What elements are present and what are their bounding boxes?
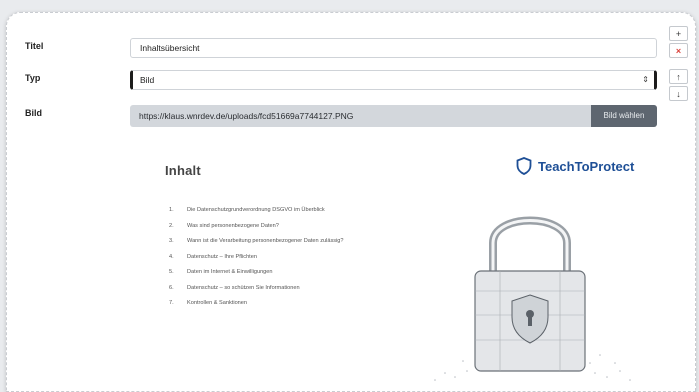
- add-block-button[interactable]: +: [669, 26, 688, 41]
- toc-item: 6. Datenschutz – so schützen Sie Informat…: [169, 284, 300, 291]
- typ-select[interactable]: Bild ⇕: [130, 70, 657, 90]
- arrow-down-icon: ↓: [676, 89, 681, 99]
- move-down-button[interactable]: ↓: [669, 86, 688, 101]
- arrow-up-icon: ↑: [676, 72, 681, 82]
- titel-input[interactable]: Inhaltsübersicht: [130, 38, 657, 58]
- toc-item: 5. Daten im Internet & Einwilligungen: [169, 269, 273, 275]
- toc-item: 1. Die Datenschutzgrundverordnung DSGVO i…: [169, 207, 325, 213]
- titel-value: Inhaltsübersicht: [140, 43, 200, 53]
- choose-image-button[interactable]: Bild wählen: [591, 105, 657, 127]
- typ-value: Bild: [140, 75, 155, 85]
- bild-label: Bild: [25, 108, 42, 118]
- titel-label: Titel: [25, 41, 44, 51]
- toc-item: 4. Datenschutz – Ihre Pflichten: [169, 253, 257, 260]
- toc-item: 7. Kontrollen & Sanktionen: [169, 300, 248, 306]
- chevron-down-icon: ⇕: [642, 75, 649, 84]
- brand-name: TeachToProtect: [538, 158, 635, 174]
- content-block-editor: Titel Inhaltsübersicht Typ Bild ⇕ Bild h…: [6, 12, 696, 392]
- bild-url: https://klaus.wnrdev.de/uploads/fcd51669…: [139, 111, 354, 121]
- toc-item: 2. Was sind personenbezogene Daten?: [169, 222, 279, 229]
- preview-heading: Inhalt: [165, 163, 201, 178]
- toc-item: 3. Wann ist die Verarbeitung personenbezo…: [169, 238, 344, 244]
- padlock-illustration: [434, 216, 631, 381]
- typ-label: Typ: [25, 73, 41, 83]
- toc-list: 1. Die Datenschutzgrundverordnung DSGVO i…: [169, 207, 344, 316]
- bild-url-field[interactable]: https://klaus.wnrdev.de/uploads/fcd51669…: [130, 105, 657, 127]
- plus-icon: +: [675, 29, 682, 39]
- brand-logo: TeachToProtect: [516, 157, 634, 175]
- image-preview: Inhalt TeachToProtect 1. Die Datenschutzg…: [147, 145, 657, 381]
- move-up-button[interactable]: ↑: [669, 69, 688, 84]
- remove-block-button[interactable]: ×: [669, 43, 688, 58]
- close-icon: ×: [675, 46, 682, 56]
- shield-icon: [516, 157, 532, 175]
